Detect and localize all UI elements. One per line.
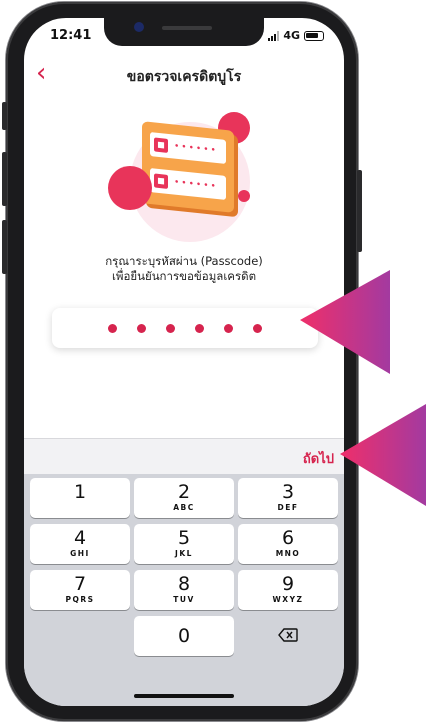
key-0[interactable]: 0 xyxy=(134,616,234,656)
volume-up-button xyxy=(2,152,7,206)
key-digit: 7 xyxy=(73,573,87,595)
key-letters: PQRS xyxy=(65,595,95,604)
key-6[interactable]: 6 MNO xyxy=(238,524,338,564)
home-indicator xyxy=(134,694,234,698)
passcode-dot xyxy=(253,323,262,333)
lock-icon: ■ xyxy=(154,137,168,153)
key-digit: 6 xyxy=(281,527,295,549)
key-5[interactable]: 5 JKL xyxy=(134,524,234,564)
pointer-arrow-next xyxy=(340,404,426,506)
key-3[interactable]: 3 DEF xyxy=(238,478,338,518)
key-letters: GHI xyxy=(70,549,90,558)
next-button[interactable]: ถัดไป xyxy=(303,448,334,469)
pointer-arrow-passcode xyxy=(300,270,390,374)
prompt-line-2: เพื่อยืนยันการขอข้อมูลเครดิต xyxy=(111,269,257,283)
status-time: 12:41 xyxy=(50,28,92,43)
passcode-dot xyxy=(166,323,175,333)
passcode-dot xyxy=(224,323,233,333)
keyboard-toolbar: ถัดไป xyxy=(24,438,344,474)
camera-icon xyxy=(134,22,144,32)
key-2[interactable]: 2 ABC xyxy=(134,478,234,518)
passcode-field[interactable] xyxy=(52,308,318,348)
passcode-prompt: กรุณาระบุรหัสผ่าน (Passcode) เพื่อยืนยัน… xyxy=(24,254,344,284)
lock-icon: ■ xyxy=(154,173,168,189)
signal-icon xyxy=(268,30,280,41)
power-button xyxy=(357,170,362,252)
key-letters: ABC xyxy=(173,503,195,512)
key-8[interactable]: 8 TUV xyxy=(134,570,234,610)
mute-switch xyxy=(2,102,7,130)
key-digit: 1 xyxy=(73,481,87,503)
key-7[interactable]: 7 PQRS xyxy=(30,570,130,610)
volume-down-button xyxy=(2,220,7,274)
key-letters: DEF xyxy=(277,503,299,512)
battery-icon xyxy=(304,30,324,41)
masked-text: •••••• xyxy=(174,141,218,157)
key-digit: 8 xyxy=(177,573,191,595)
key-4[interactable]: 4 GHI xyxy=(30,524,130,564)
key-letters: WXYZ xyxy=(272,595,304,604)
passcode-dot xyxy=(137,323,146,333)
speaker xyxy=(162,26,212,30)
key-digit: 5 xyxy=(177,527,191,549)
network-type: 4G xyxy=(283,29,300,42)
key-digit: 4 xyxy=(73,527,87,549)
passcode-illustration: ■ •••••• ■ •••••• xyxy=(104,112,264,252)
key-digit: 9 xyxy=(281,573,295,595)
nav-bar: ‹ ขอตรวจเครดิตบูโร xyxy=(24,60,344,90)
prompt-line-1: กรุณาระบุรหัสผ่าน (Passcode) xyxy=(105,254,263,268)
delete-key[interactable] xyxy=(238,616,338,656)
key-letters: TUV xyxy=(173,595,195,604)
key-digit: 0 xyxy=(177,625,191,647)
decor-circle xyxy=(238,190,250,202)
key-9[interactable]: 9 WXYZ xyxy=(238,570,338,610)
numeric-keypad: ถัดไป 1 2 ABC 3 DEF 4 GHI 5 JKL 6 MNO 7 PQRS 8 TUV 9 WXY… xyxy=(24,438,344,706)
status-indicators: 4G xyxy=(268,29,324,42)
notch xyxy=(104,18,264,46)
passcode-dot xyxy=(108,323,117,333)
key-letters: MNO xyxy=(275,549,301,558)
decor-circle xyxy=(108,166,152,210)
screen: 12:41 4G ‹ ขอตรวจเครดิตบูโร ■ •••••• ■ •… xyxy=(24,18,344,706)
key-1[interactable]: 1 xyxy=(30,478,130,518)
key-digit: 3 xyxy=(281,481,295,503)
backspace-icon xyxy=(278,628,298,642)
page-title: ขอตรวจเครดิตบูโร xyxy=(126,69,242,85)
key-digit: 2 xyxy=(177,481,191,503)
password-row: ■ •••••• xyxy=(150,132,226,164)
masked-text: •••••• xyxy=(174,177,218,193)
password-card-icon: ■ •••••• ■ •••••• xyxy=(142,121,234,213)
password-row: ■ •••••• xyxy=(150,168,226,200)
passcode-dot xyxy=(195,323,204,333)
key-letters: JKL xyxy=(175,549,193,558)
